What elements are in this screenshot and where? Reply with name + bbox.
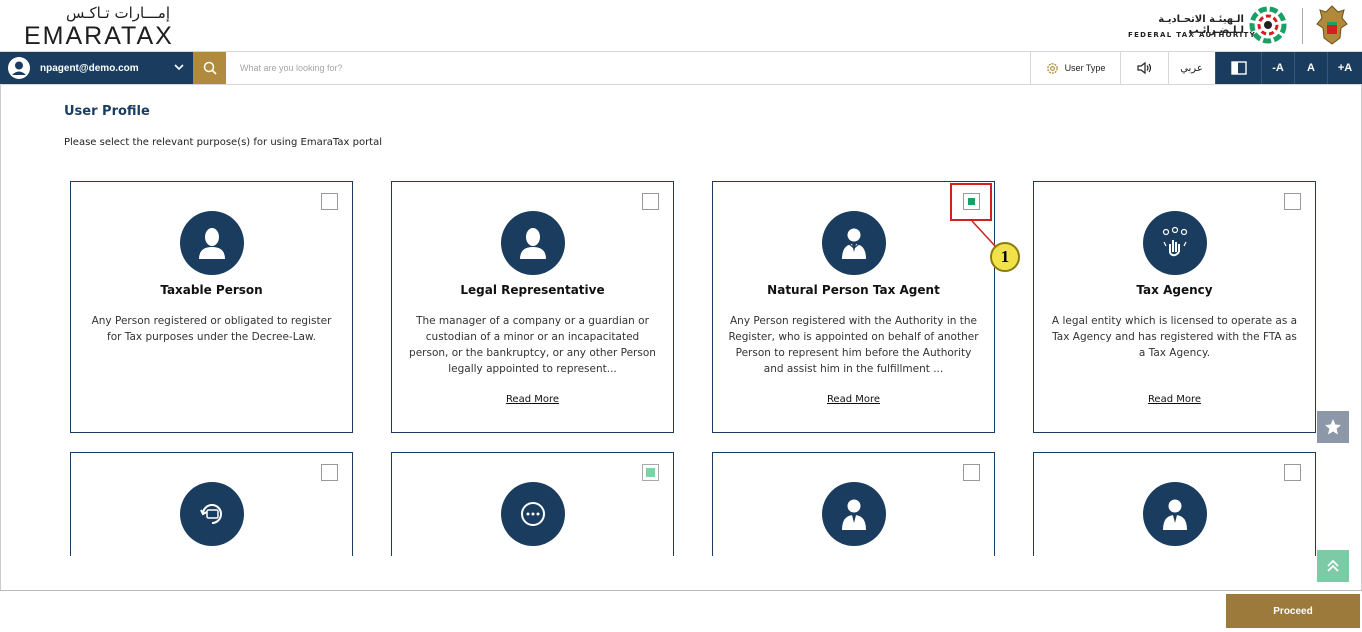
card-taxable-person[interactable]: Taxable Person Any Person registered or … xyxy=(70,181,353,433)
arabic-language-button[interactable]: عربي xyxy=(1168,52,1214,84)
chevron-down-icon xyxy=(174,64,184,71)
toolbar: npagent@demo.com User Type عربي -A A + xyxy=(0,51,1362,85)
page-title: User Profile xyxy=(64,104,150,119)
page-subtitle: Please select the relevant purpose(s) fo… xyxy=(64,137,383,148)
card-legal-representative[interactable]: Legal Representative The manager of a co… xyxy=(391,181,674,433)
card-title: Taxable Person xyxy=(160,283,263,297)
annotation-highlight-box xyxy=(950,183,992,221)
card-checkbox[interactable] xyxy=(1284,464,1301,481)
double-chevron-up-icon xyxy=(1327,559,1339,572)
card-title: Legal Representative xyxy=(460,283,605,297)
card-description: Any Person registered or obligated to re… xyxy=(91,315,332,343)
user-type-button[interactable]: User Type xyxy=(1030,52,1120,84)
business-person-icon xyxy=(842,499,866,530)
read-more-link[interactable]: Read More xyxy=(713,394,994,405)
card-checkbox-checked[interactable] xyxy=(642,464,659,481)
card-icon-circle xyxy=(1143,211,1207,275)
star-icon xyxy=(1325,419,1341,435)
fta-logo[interactable]: الـهيئـة الاتحـاديـة لـلـضـرائـب FEDERAL… xyxy=(1126,5,1296,47)
search-input[interactable] xyxy=(226,52,1030,84)
contrast-icon xyxy=(1230,61,1247,75)
card-icon-circle xyxy=(1143,482,1207,546)
business-person-icon xyxy=(1163,499,1187,530)
person-icon xyxy=(199,228,225,259)
card-title: Natural Person Tax Agent xyxy=(767,283,940,297)
card-description: The manager of a company or a guardian o… xyxy=(409,315,656,375)
business-person-icon xyxy=(842,228,866,259)
font-decrease-button[interactable]: -A xyxy=(1261,52,1294,84)
gear-icon xyxy=(1046,62,1058,74)
card-row2-1[interactable] xyxy=(70,452,353,556)
header: إمـــارات تـاكـس EMARATAX الـهيئـة الاتح… xyxy=(0,0,1362,51)
annotation-callout-number: 1 xyxy=(990,242,1020,272)
card-checkbox[interactable] xyxy=(1284,193,1301,210)
header-divider xyxy=(1302,8,1303,44)
read-more-link[interactable]: Read More xyxy=(1034,394,1315,405)
card-row2-2[interactable] xyxy=(391,452,674,556)
font-normal-button[interactable]: A xyxy=(1294,52,1327,84)
card-checkbox[interactable] xyxy=(321,464,338,481)
fta-english-text: FEDERAL TAX AUTHORITY xyxy=(1128,31,1256,39)
card-icon-circle xyxy=(501,211,565,275)
user-avatar-icon xyxy=(8,57,30,79)
card-checkbox[interactable] xyxy=(321,193,338,210)
card-icon-circle xyxy=(501,482,565,546)
card-description: Any Person registered with the Authority… xyxy=(728,315,979,375)
refresh-card-icon xyxy=(200,504,222,524)
logo-arabic-text: إمـــارات تـاكـس xyxy=(65,4,170,22)
speaker-icon xyxy=(1136,61,1151,75)
card-title: Tax Agency xyxy=(1136,283,1213,297)
font-increase-button[interactable]: +A xyxy=(1327,52,1362,84)
proceed-button[interactable]: Proceed xyxy=(1226,594,1360,628)
card-tax-agency[interactable]: Tax Agency A legal entity which is licen… xyxy=(1033,181,1316,433)
favorites-button[interactable] xyxy=(1317,411,1349,443)
card-checkbox[interactable] xyxy=(963,464,980,481)
text-to-speech-button[interactable] xyxy=(1120,52,1168,84)
card-icon-circle xyxy=(180,211,244,275)
page-frame-left xyxy=(0,85,1,590)
logo-english-text: EMARATAX xyxy=(24,22,174,50)
scroll-to-top-button[interactable] xyxy=(1317,550,1349,582)
emaratax-logo[interactable]: إمـــارات تـاكـس EMARATAX xyxy=(24,4,174,50)
card-icon-circle xyxy=(180,482,244,546)
card-icon-circle xyxy=(822,482,886,546)
contrast-toggle[interactable] xyxy=(1215,52,1261,84)
footer-bar xyxy=(0,590,1362,632)
more-dots-icon xyxy=(521,502,545,526)
card-description: A legal entity which is licensed to oper… xyxy=(1051,315,1298,359)
user-account-dropdown[interactable]: npagent@demo.com xyxy=(0,52,193,84)
fta-emblem-icon xyxy=(1249,6,1287,44)
user-email: npagent@demo.com xyxy=(40,62,139,74)
card-icon-circle xyxy=(822,211,886,275)
search-icon xyxy=(203,61,217,75)
card-row2-3[interactable] xyxy=(712,452,995,556)
uae-emblem-icon xyxy=(1316,5,1348,45)
hand-touch-icon xyxy=(1162,226,1188,257)
user-type-label: User Type xyxy=(1064,63,1106,73)
search-button[interactable] xyxy=(193,52,226,84)
card-checkbox[interactable] xyxy=(642,193,659,210)
card-row2-4[interactable] xyxy=(1033,452,1316,556)
read-more-link[interactable]: Read More xyxy=(392,394,673,405)
person-icon xyxy=(520,228,546,259)
